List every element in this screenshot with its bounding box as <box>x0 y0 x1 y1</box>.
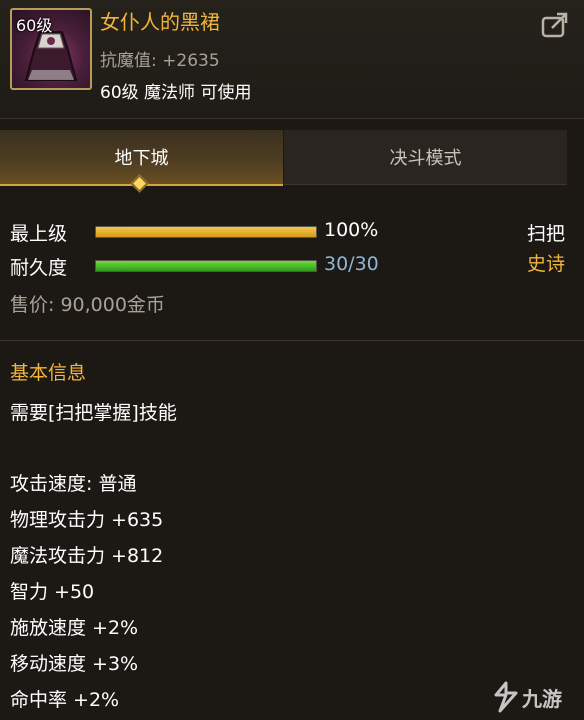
watermark-text: 九游 <box>522 686 562 711</box>
mode-tabs: 地下城 决斗模式 <box>0 130 584 186</box>
item-header: 60级 女仆人的黑裙 抗魔值: +2635 60级 魔法师 可使用 <box>0 0 584 119</box>
item-icon[interactable]: 60级 <box>10 8 92 90</box>
item-grade: 史诗 <box>527 253 566 275</box>
info-line: 攻击速度: 普通 <box>10 473 137 495</box>
watermark-icon <box>494 681 518 713</box>
info-line: 魔法攻击力 +812 <box>10 545 164 567</box>
item-name: 女仆人的黑裙 <box>100 10 220 34</box>
upgrade-bar-fill <box>96 227 316 237</box>
resist-stat: 抗魔值: +2635 <box>100 51 220 71</box>
share-button[interactable] <box>540 10 570 40</box>
sell-price: 售价: 90,000金币 <box>10 294 165 316</box>
upgrade-bar <box>95 226 317 238</box>
item-requirement: 60级 魔法师 可使用 <box>100 83 252 103</box>
divider <box>0 340 584 341</box>
info-line: 移动速度 +3% <box>10 653 139 675</box>
upgrade-label: 最上级 <box>10 223 68 245</box>
durability-bar <box>95 260 317 272</box>
info-line: 命中率 +2% <box>10 689 120 711</box>
info-line: 物理攻击力 +635 <box>10 509 164 531</box>
durability-value: 30/30 <box>324 253 379 275</box>
info-line: 智力 +50 <box>10 581 95 603</box>
item-type: 扫把 <box>527 223 566 245</box>
tab-duel[interactable]: 决斗模式 <box>284 130 567 185</box>
item-level-badge: 60级 <box>16 16 53 35</box>
upgrade-value: 100% <box>324 219 379 241</box>
basic-info-title: 基本信息 <box>10 362 87 384</box>
watermark-logo: 九游 <box>492 678 582 716</box>
share-icon <box>541 12 568 38</box>
durability-bar-fill <box>96 261 316 271</box>
info-line: 施放速度 +2% <box>10 617 139 639</box>
durability-label: 耐久度 <box>10 257 68 279</box>
info-line: 需要[扫把掌握]技能 <box>10 402 177 424</box>
